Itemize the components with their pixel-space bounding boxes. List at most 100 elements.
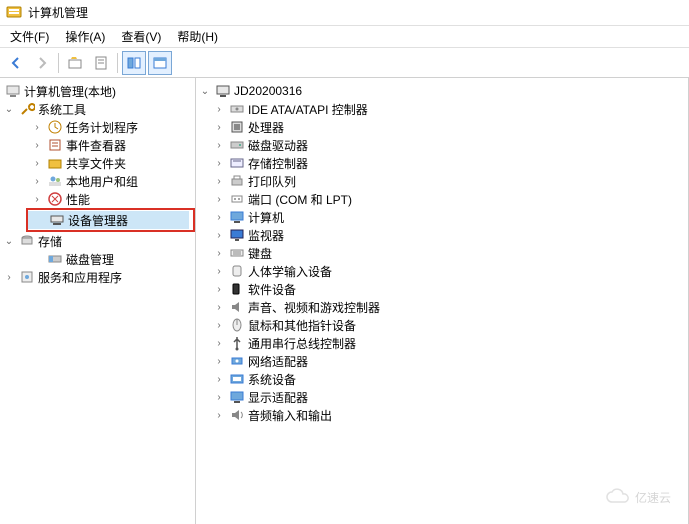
audio-io-icon [229, 407, 245, 423]
tree-label: 计算机 [248, 209, 284, 226]
toolbar-properties-button[interactable] [89, 51, 113, 75]
expand-icon[interactable]: › [212, 336, 226, 350]
system-icon [229, 371, 245, 387]
tree-label: 键盘 [248, 245, 272, 262]
expand-icon[interactable]: › [212, 390, 226, 404]
expand-icon[interactable]: › [212, 210, 226, 224]
device-category[interactable]: › 监视器 [196, 226, 688, 244]
users-icon [47, 173, 63, 189]
tree-label: 共享文件夹 [66, 155, 126, 172]
printer-icon [229, 173, 245, 189]
expand-icon[interactable]: › [30, 138, 44, 152]
title-bar: 计算机管理 [0, 0, 689, 26]
tree-label: 事件查看器 [66, 137, 126, 154]
device-category[interactable]: ›鼠标和其他指针设备 [196, 316, 688, 334]
tree-device-manager[interactable]: 设备管理器 [28, 211, 189, 229]
expand-icon[interactable]: › [212, 102, 226, 116]
tree-label: 磁盘驱动器 [248, 137, 308, 154]
device-category[interactable]: › 音频输入和输出 [196, 406, 688, 424]
expand-icon[interactable]: › [2, 270, 16, 284]
tree-services-apps[interactable]: › 服务和应用程序 [0, 268, 195, 286]
menu-help[interactable]: 帮助(H) [169, 26, 226, 47]
tree-system-tools[interactable]: ⌄ 系统工具 [0, 100, 195, 118]
toolbar-pane1-button[interactable] [122, 51, 146, 75]
expand-icon[interactable]: › [30, 192, 44, 206]
tree-label: 人体学输入设备 [248, 263, 332, 280]
tree-storage[interactable]: ⌄ 存储 [0, 232, 195, 250]
right-tree-pane[interactable]: ⌄ JD20200316 ›IDE ATA/ATAPI 控制器›处理器›磁盘驱动… [196, 78, 689, 524]
expand-icon[interactable]: › [212, 192, 226, 206]
tree-label: 监视器 [248, 227, 284, 244]
tree-label: 设备管理器 [68, 212, 128, 229]
device-category[interactable]: › 计算机 [196, 208, 688, 226]
left-tree-pane[interactable]: 计算机管理(本地) ⌄ 系统工具 › 任务计划程序 › 事件查看器 › 共享文件… [0, 78, 196, 524]
expand-icon[interactable]: › [212, 228, 226, 242]
expand-icon[interactable]: › [212, 282, 226, 296]
tree-task-scheduler[interactable]: › 任务计划程序 [0, 118, 195, 136]
expand-icon[interactable]: › [30, 120, 44, 134]
device-category[interactable]: ›声音、视频和游戏控制器 [196, 298, 688, 316]
device-root[interactable]: ⌄ JD20200316 [196, 82, 688, 100]
services-icon [19, 269, 35, 285]
tree-label: 性能 [66, 191, 90, 208]
tree-shared-folders[interactable]: › 共享文件夹 [0, 154, 195, 172]
expand-icon[interactable]: › [212, 246, 226, 260]
tree-root-computer-management[interactable]: 计算机管理(本地) [0, 82, 195, 100]
event-icon [47, 137, 63, 153]
expand-icon[interactable]: › [212, 264, 226, 278]
audio-icon [229, 299, 245, 315]
tree-local-users[interactable]: › 本地用户和组 [0, 172, 195, 190]
expand-icon[interactable]: › [212, 156, 226, 170]
menu-view[interactable]: 查看(V) [113, 26, 169, 47]
device-category[interactable]: › 人体学输入设备 [196, 262, 688, 280]
device-category[interactable]: › IDE ATA/ATAPI 控制器 [196, 100, 688, 118]
device-category[interactable]: › 打印队列 [196, 172, 688, 190]
toolbar [0, 48, 689, 78]
mouse-icon [229, 317, 245, 333]
tree-disk-management[interactable]: 磁盘管理 [0, 250, 195, 268]
tree-label: 显示适配器 [248, 389, 308, 406]
toolbar-back-button[interactable] [4, 51, 28, 75]
menu-action[interactable]: 操作(A) [57, 26, 113, 47]
expand-icon[interactable]: › [212, 300, 226, 314]
keyboard-icon [229, 245, 245, 261]
collapse-icon[interactable]: ⌄ [2, 102, 16, 116]
expand-icon[interactable]: › [212, 138, 226, 152]
toolbar-pane2-button[interactable] [148, 51, 172, 75]
tree-event-viewer[interactable]: › 事件查看器 [0, 136, 195, 154]
tree-performance[interactable]: › 性能 [0, 190, 195, 208]
tree-label: 通用串行总线控制器 [248, 335, 356, 352]
expand-icon[interactable]: › [212, 372, 226, 386]
device-category[interactable]: ›软件设备 [196, 280, 688, 298]
device-category[interactable]: › 显示适配器 [196, 388, 688, 406]
collapse-icon[interactable]: ⌄ [198, 84, 212, 98]
expand-icon[interactable]: › [30, 156, 44, 170]
tree-label: IDE ATA/ATAPI 控制器 [248, 101, 368, 118]
tree-label: 任务计划程序 [66, 119, 138, 136]
toolbar-forward-button[interactable] [30, 51, 54, 75]
tree-label: 音频输入和输出 [248, 407, 332, 424]
expand-icon[interactable]: › [212, 354, 226, 368]
device-category[interactable]: ›系统设备 [196, 370, 688, 388]
tree-label: 计算机管理(本地) [24, 83, 116, 100]
menu-file[interactable]: 文件(F) [2, 26, 57, 47]
expand-icon[interactable]: › [212, 174, 226, 188]
highlight-device-manager: 设备管理器 [26, 208, 195, 232]
expand-icon[interactable]: › [30, 174, 44, 188]
device-category[interactable]: › 键盘 [196, 244, 688, 262]
device-category[interactable]: › 通用串行总线控制器 [196, 334, 688, 352]
tree-label: 打印队列 [248, 173, 296, 190]
expand-icon[interactable]: › [212, 408, 226, 422]
expand-icon[interactable]: › [212, 318, 226, 332]
expand-icon[interactable]: › [212, 120, 226, 134]
main-panes: 计算机管理(本地) ⌄ 系统工具 › 任务计划程序 › 事件查看器 › 共享文件… [0, 78, 689, 524]
toolbar-up-button[interactable] [63, 51, 87, 75]
device-category[interactable]: ›端口 (COM 和 LPT) [196, 190, 688, 208]
device-category[interactable]: › 磁盘驱动器 [196, 136, 688, 154]
clock-icon [47, 119, 63, 135]
device-category[interactable]: ›存储控制器 [196, 154, 688, 172]
collapse-icon[interactable]: ⌄ [2, 234, 16, 248]
device-category[interactable]: ›处理器 [196, 118, 688, 136]
device-category[interactable]: › 网络适配器 [196, 352, 688, 370]
tree-label: 网络适配器 [248, 353, 308, 370]
